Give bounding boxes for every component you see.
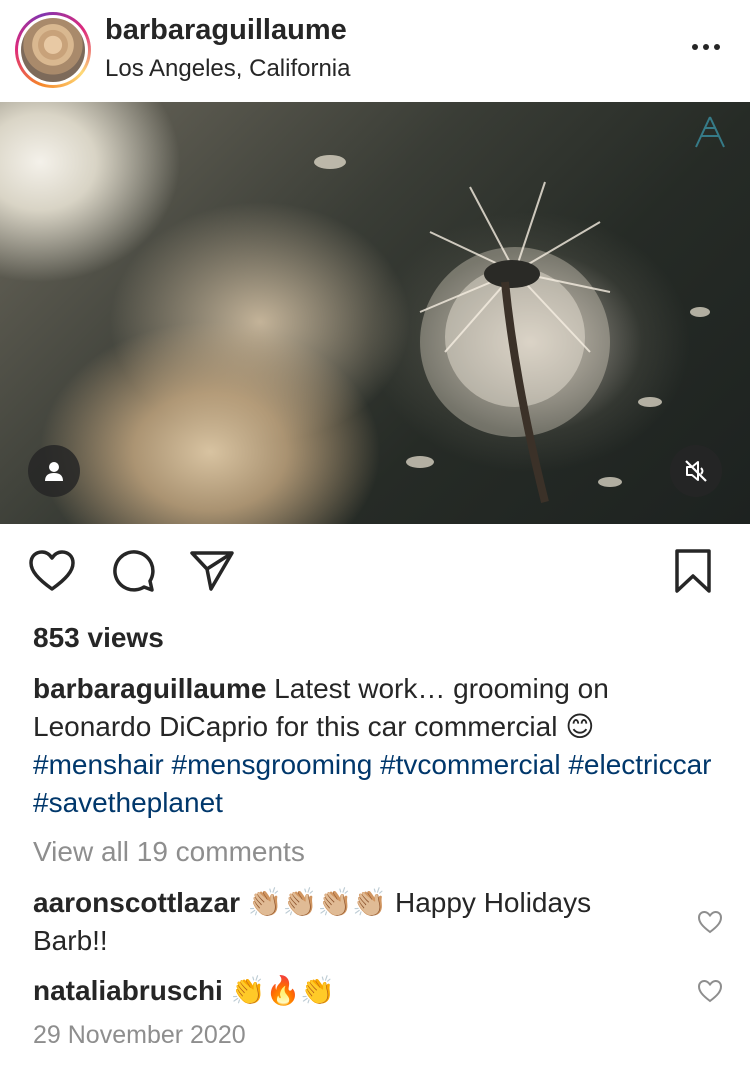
paper-plane-icon [190,551,234,591]
avatar[interactable] [21,18,85,82]
action-bar [0,545,750,601]
story-ring[interactable] [15,12,91,88]
post-video[interactable] [0,102,750,524]
hashtag[interactable]: #menshair [33,749,164,780]
tagged-users-button[interactable] [28,445,80,497]
post-location[interactable]: Los Angeles, California [105,55,350,83]
hashtag[interactable]: #savetheplanet [33,787,223,818]
more-horizontal-icon-dot [714,44,720,50]
comment-bubble-icon [113,550,155,592]
comment-like-heart-icon[interactable] [697,909,723,935]
hashtag[interactable]: #mensgrooming [172,749,373,780]
avatar-frame [18,15,88,85]
share-button[interactable] [186,545,238,597]
heart-icon [29,550,75,591]
post-header: barbaraguillaume Los Angeles, California [0,0,750,102]
comment-username[interactable]: nataliabruschi [33,975,223,1006]
save-button[interactable] [667,545,719,597]
view-count[interactable]: 853 views [33,622,164,654]
comment-username[interactable]: aaronscottlazar [33,887,240,918]
comment-item: nataliabruschi 👏🔥👏 [33,972,673,1010]
user-icon [45,462,63,481]
hashtag[interactable]: #electriccar [568,749,711,780]
bookmark-icon [675,549,711,593]
more-horizontal-icon-dot [703,44,709,50]
more-options-button[interactable] [684,32,728,62]
post-username[interactable]: barbaraguillaume [105,14,347,47]
comment-item: aaronscottlazar 👏🏼👏🏼👏🏼👏🏼 Happy Holidays … [33,884,673,960]
like-button[interactable] [26,545,78,597]
watermark-logo [695,116,725,148]
view-all-comments-link[interactable]: View all 19 comments [33,836,305,868]
mute-toggle-button[interactable] [670,445,722,497]
post-date: 29 November 2020 [33,1021,246,1049]
caption-username[interactable]: barbaraguillaume [33,673,266,704]
dandelion-image [314,155,710,503]
comment-button[interactable] [107,545,159,597]
speaker-muted-icon [685,460,707,482]
hashtag[interactable]: #tvcommercial [380,749,560,780]
post-caption: barbaraguillaume Latest work… grooming o… [33,670,723,822]
more-horizontal-icon [692,44,698,50]
comment-text: 👏🔥👏 [222,975,336,1006]
comment-like-heart-icon[interactable] [697,978,723,1004]
